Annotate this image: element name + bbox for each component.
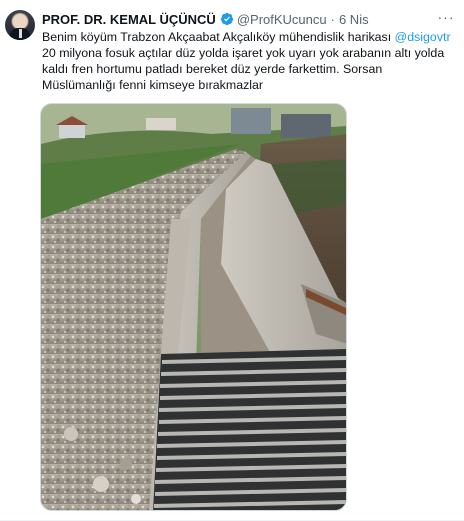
tweet-text-part2: 20 milyona fosuk açtılar düz yolda işare… (42, 46, 445, 92)
tweet-text: Benim köyüm Trabzon Akçaabat Akçalıköy m… (42, 29, 454, 93)
more-options-icon[interactable]: ··· (436, 10, 456, 28)
grate (153, 349, 346, 510)
author-name[interactable]: PROF. DR. KEMAL ÜÇÜNCÜ (42, 12, 216, 27)
author-handle[interactable]: @ProfKUcuncu (237, 12, 327, 27)
verified-badge-icon (220, 12, 234, 26)
avatar[interactable] (5, 10, 35, 40)
mention-link[interactable]: @dsigovtr (395, 30, 451, 44)
tweet-photo[interactable] (40, 103, 347, 511)
tweet-card[interactable]: PROF. DR. KEMAL ÜÇÜNCÜ @ProfKUcuncu · 6 … (0, 0, 464, 521)
avatar-tie (19, 29, 22, 38)
separator-dot: · (330, 11, 335, 27)
road-ditch-photo (41, 104, 346, 510)
tweet-header: PROF. DR. KEMAL ÜÇÜNCÜ @ProfKUcuncu · 6 … (42, 10, 456, 28)
tweet-text-part1: Benim köyüm Trabzon Akçaabat Akçalıköy m… (42, 30, 395, 44)
tweet-content: PROF. DR. KEMAL ÜÇÜNCÜ @ProfKUcuncu · 6 … (42, 10, 456, 93)
tweet-date[interactable]: 6 Nis (339, 12, 369, 27)
